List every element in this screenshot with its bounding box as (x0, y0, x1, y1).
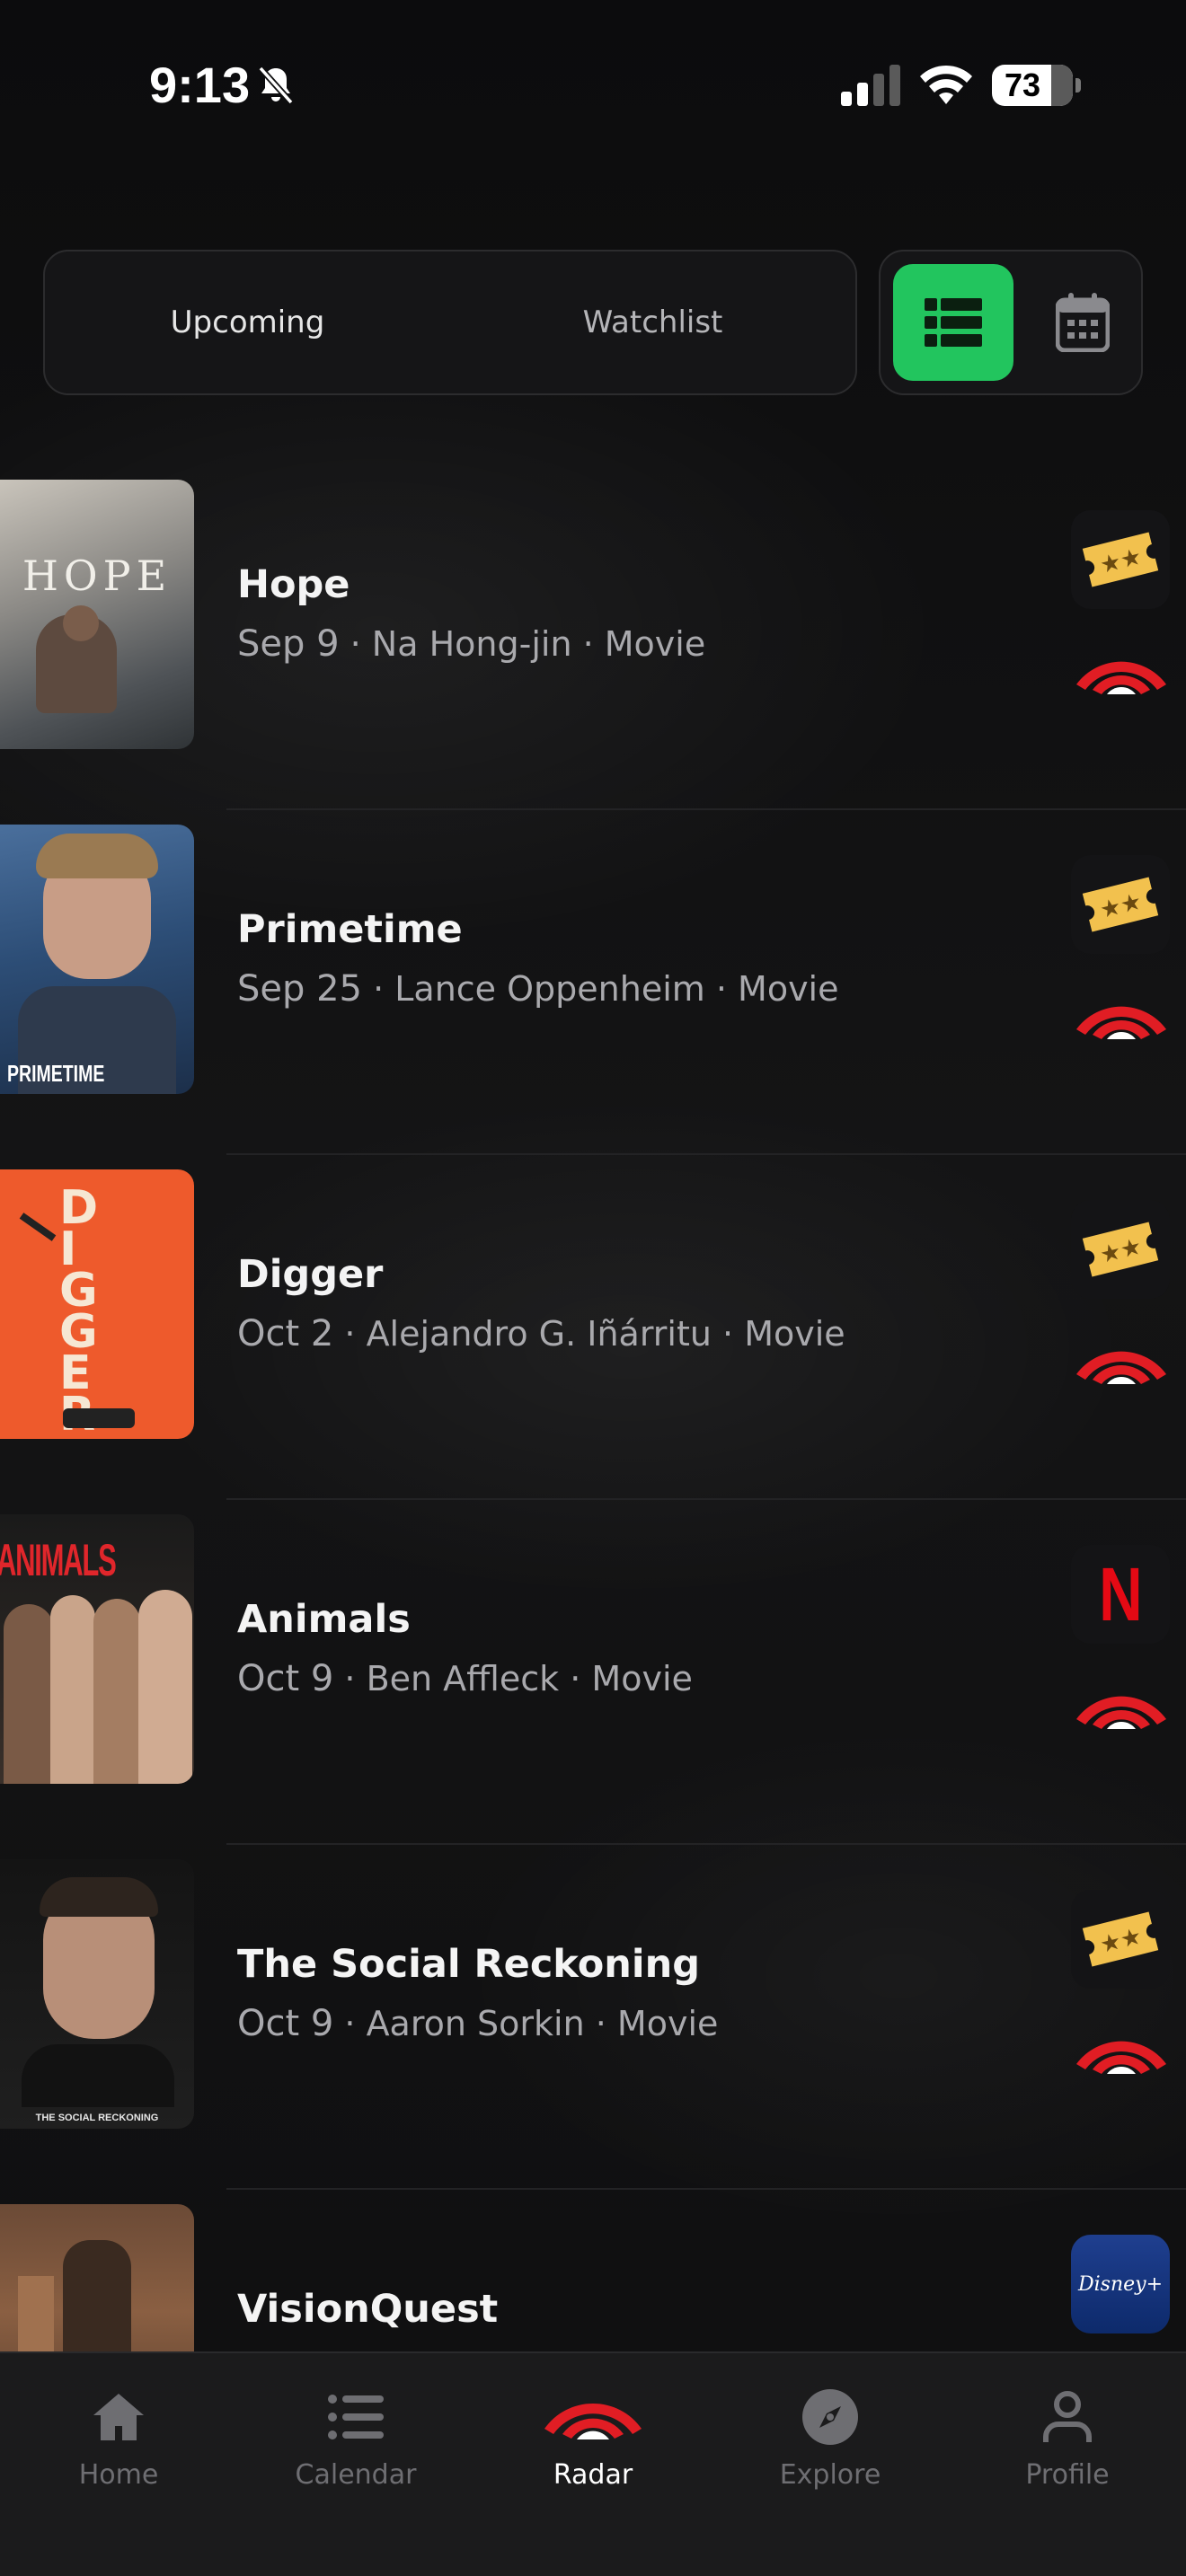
tab-profile[interactable]: Profile (978, 2386, 1157, 2502)
release-meta: Oct 2 · Alejandro G. Iñárritu · Movie (237, 1313, 845, 1354)
list-view-button[interactable] (893, 264, 1013, 381)
poster-image: DIGGER (0, 1169, 194, 1439)
list-item[interactable]: DIGGER Digger Oct 2 · Alejandro G. Iñárr… (0, 1155, 1186, 1500)
poster-title-text: PRIMETIME (7, 1060, 105, 1087)
wifi-icon (920, 65, 972, 104)
view-mode-toggle (879, 250, 1143, 395)
release-list: HOPE Hope Sep 9 · Na Hong-jin · Movie ★★… (0, 465, 1186, 2351)
list-item[interactable]: PRIMETIME Primetime Sep 25 · Lance Oppen… (0, 810, 1186, 1155)
calendar-icon (1056, 293, 1110, 352)
release-title: VisionQuest (237, 2287, 499, 2332)
release-date: Oct 9 (237, 1658, 334, 1699)
poster-title-text: HOPE (22, 551, 173, 600)
radar-icon[interactable] (1071, 1680, 1172, 1730)
release-title: Primetime (237, 907, 463, 952)
release-title: Digger (237, 1252, 384, 1297)
battery-indicator: 73 (992, 65, 1081, 106)
tab-calendar[interactable]: Calendar (266, 2386, 446, 2502)
list-view-icon (925, 298, 982, 347)
poster-image: ANIMALS (0, 1514, 194, 1784)
bottom-tab-bar: Home Calendar Radar Explore Profile (0, 2351, 1186, 2576)
bell-muted-icon (258, 66, 294, 105)
radar-icon[interactable] (1071, 990, 1172, 1040)
ticket-icon[interactable]: ★★ (1071, 855, 1170, 954)
netflix-icon[interactable]: N (1071, 1545, 1170, 1644)
release-meta: Sep 9 · Na Hong-jin · Movie (237, 623, 705, 665)
release-title: Animals (237, 1597, 411, 1642)
poster-title-text: ANIMALS (0, 1535, 117, 1585)
poster-image: THE SOCIAL RECKONING (0, 1859, 194, 2129)
release-detail: · Ben Affleck · Movie (333, 1659, 693, 1698)
tab-label: Calendar (295, 2459, 417, 2491)
release-detail: · Na Hong-jin · Movie (339, 624, 706, 664)
netflix-logo-text: N (1098, 1551, 1143, 1636)
calendar-view-button[interactable] (1035, 264, 1130, 381)
poster-title-text: DIGGER (59, 1181, 99, 1438)
release-date: Oct 9 (237, 2003, 334, 2044)
battery-level: 73 (1005, 66, 1041, 103)
status-time: 9:13 (149, 57, 251, 113)
tab-upcoming[interactable]: Upcoming (45, 251, 450, 393)
tab-watchlist[interactable]: Watchlist (450, 251, 855, 393)
upcoming-watchlist-toggle: Upcoming Watchlist (43, 250, 857, 395)
radar-icon[interactable] (1071, 1335, 1172, 1385)
tab-label: Profile (1025, 2459, 1110, 2491)
tab-label: Radar (553, 2459, 633, 2491)
list-icon (324, 2386, 387, 2448)
release-meta: Oct 9 · Ben Affleck · Movie (237, 1658, 693, 1699)
person-icon (1036, 2386, 1099, 2448)
radar-icon[interactable] (1071, 645, 1172, 695)
ticket-icon[interactable]: ★★ (1071, 1890, 1170, 1989)
release-detail: · Aaron Sorkin · Movie (333, 2004, 719, 2043)
release-meta: Sep 25 · Lance Oppenheim · Movie (237, 968, 839, 1010)
ticket-icon[interactable]: ★★ (1071, 1200, 1170, 1299)
list-item[interactable]: ANIMALS Animals Oct 9 · Ben Affleck · Mo… (0, 1500, 1186, 1845)
tab-label: Home (78, 2459, 159, 2491)
list-item[interactable]: THE SOCIAL RECKONING The Social Reckonin… (0, 1845, 1186, 2190)
poster-title-text: THE SOCIAL RECKONING (35, 2113, 159, 2123)
ticket-icon[interactable]: ★★ (1071, 510, 1170, 609)
tab-home[interactable]: Home (29, 2386, 208, 2502)
poster-image: HOPE (0, 480, 194, 749)
release-date: Oct 2 (237, 1313, 334, 1354)
radar-icon (539, 2386, 647, 2448)
status-bar: 9:13 73 (0, 0, 1186, 171)
poster-image: PRIMETIME (0, 825, 194, 1094)
release-date: Sep 25 (237, 968, 363, 1010)
disney-plus-logo-text: Disney+ (1077, 2272, 1163, 2296)
tab-explore[interactable]: Explore (740, 2386, 920, 2502)
list-item[interactable]: VisionQuest Disney+ (0, 2190, 1186, 2351)
list-item[interactable]: HOPE Hope Sep 9 · Na Hong-jin · Movie ★★ (0, 465, 1186, 810)
cellular-signal-icon (841, 65, 900, 106)
radar-icon[interactable] (1071, 2025, 1172, 2075)
release-date: Sep 9 (237, 623, 340, 665)
release-detail: · Lance Oppenheim · Movie (362, 969, 839, 1009)
tab-radar[interactable]: Radar (503, 2386, 683, 2502)
tab-label: Explore (779, 2459, 881, 2491)
release-title: Hope (237, 562, 350, 607)
release-title: The Social Reckoning (237, 1942, 701, 1987)
home-icon (87, 2386, 150, 2448)
poster-image (0, 2204, 194, 2351)
release-meta: Oct 9 · Aaron Sorkin · Movie (237, 2003, 718, 2044)
release-detail: · Alejandro G. Iñárritu · Movie (333, 1314, 845, 1354)
disney-plus-icon[interactable]: Disney+ (1071, 2235, 1170, 2333)
compass-icon (799, 2386, 862, 2448)
